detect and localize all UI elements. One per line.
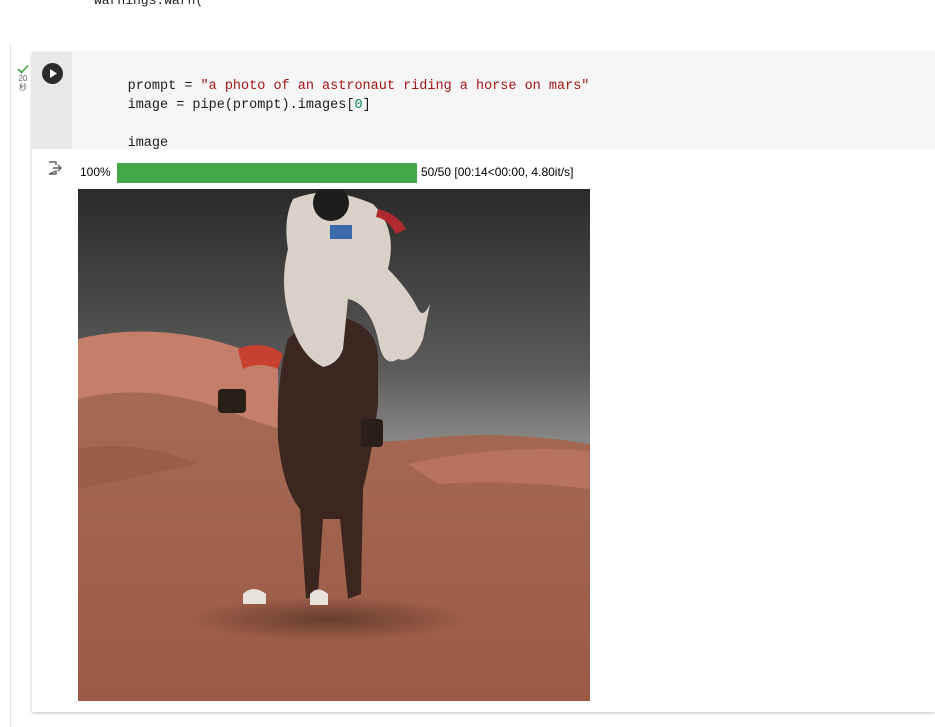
progress-info: 50/50 [00:14<00:00, 4.80it/s] (421, 165, 574, 179)
code-number-literal: 0 (354, 98, 363, 113)
previous-output-text: warnings.warn( (94, 0, 204, 8)
code-line-3: image (79, 121, 169, 166)
generated-image-astronaut-horse-mars (78, 189, 590, 701)
code-cell[interactable]: prompt = "a photo of an astronaut riding… (32, 52, 935, 712)
execution-status: 20 秒 (14, 64, 32, 92)
execution-time-value: 20 (18, 74, 28, 83)
check-icon (17, 64, 29, 74)
code-token: ] (362, 98, 371, 113)
progress-percent: 100% (80, 165, 111, 179)
progress-bar-fill (117, 163, 417, 183)
play-circle-icon (50, 69, 57, 78)
output-redirect-icon[interactable] (47, 160, 63, 176)
execution-time-unit: 秒 (19, 83, 27, 92)
code-editor[interactable]: prompt = "a photo of an astronaut riding… (32, 52, 935, 151)
progress-bar (117, 163, 417, 183)
run-cell-button[interactable] (42, 63, 63, 84)
notebook-left-rule (10, 44, 11, 727)
code-token: image = pipe(prompt).images[ (127, 98, 355, 113)
code-token: image (127, 136, 169, 151)
